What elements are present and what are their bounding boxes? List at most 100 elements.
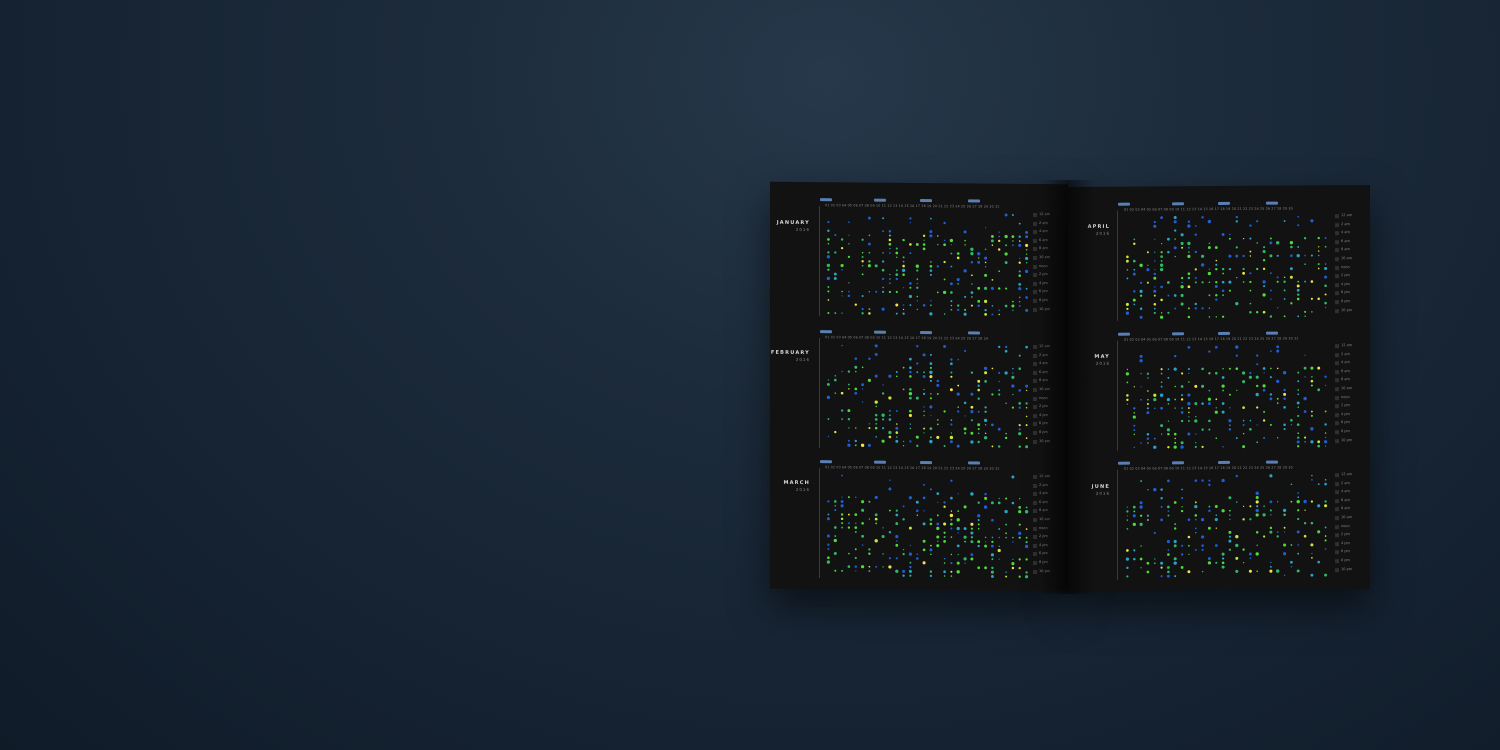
activity-dot [1194,268,1197,271]
activity-dot [861,251,864,254]
activity-dot [950,479,953,482]
activity-dot [902,518,905,521]
activity-dot [1208,294,1211,297]
hour-swatch [1335,412,1339,417]
hour-swatch [1335,404,1339,409]
activity-dot [963,427,967,431]
activity-dot [1317,267,1320,270]
activity-dot [1167,311,1170,314]
activity-dot [1146,281,1149,284]
activity-dot [848,234,850,236]
activity-dot [1126,394,1129,397]
hour-swatch [1335,274,1339,279]
activity-dot [888,290,892,294]
activity-dot [929,217,932,220]
activity-dot [888,435,892,439]
activity-dot [1290,418,1293,422]
activity-dot [984,248,987,251]
hour-label: 8 am [1039,508,1048,513]
activity-dot [1262,249,1266,254]
scene-background: JANUARY 2016 01 02 03 04 05 06 07 08 09 … [0,0,1500,750]
activity-dot [882,553,884,555]
activity-dot [991,305,994,307]
activity-dot [956,444,960,448]
activity-dot [1005,402,1007,405]
activity-dot [1187,224,1191,228]
activity-dot [977,501,980,504]
activity-dot [1248,569,1252,573]
hour-label: 2 pm [1341,403,1350,408]
activity-dot [1024,544,1029,549]
activity-dot [1133,429,1136,432]
day-number-row: 01 02 03 04 05 06 07 08 09 10 11 12 13 1… [1124,336,1299,342]
activity-dot [991,367,994,370]
hour-label: 4 am [1341,230,1350,235]
activity-dot [1180,419,1184,423]
activity-dot [956,518,960,522]
activity-dot [1255,552,1259,556]
activity-dot [834,234,837,237]
activity-dot [1025,571,1028,574]
activity-dot [909,388,912,391]
activity-dot [1249,371,1252,375]
dot-matrix [826,344,1029,449]
hour-swatch [1033,281,1037,286]
activity-dot [1310,500,1314,503]
activity-dot [1167,445,1170,449]
activity-dot [1147,519,1149,521]
activity-dot [895,303,899,307]
activity-dot [942,290,947,295]
activity-dot [908,526,912,530]
activity-dot [1126,403,1129,405]
activity-dot [902,445,905,447]
activity-dot [861,312,864,315]
hour-swatch [1335,533,1339,538]
activity-dot [916,509,919,513]
activity-dot [841,312,843,314]
activity-dot [1249,255,1252,257]
activity-dot [895,426,899,430]
activity-dot [950,518,953,521]
activity-dot [847,383,850,386]
activity-dot [1317,236,1320,240]
activity-dot [1317,297,1320,301]
activity-dot [909,252,912,255]
activity-dot [841,522,844,525]
hour-swatch [1335,378,1339,383]
activity-dot [1146,407,1149,410]
activity-dot [1201,367,1204,371]
activity-dot [1187,407,1190,409]
activity-dot [1311,556,1313,559]
activity-dot [1317,254,1320,257]
activity-dot [868,251,871,254]
activity-dot [1311,474,1313,477]
activity-dot [1262,293,1266,297]
activity-dot [1303,396,1307,401]
hour-swatch [1033,370,1037,375]
hour-swatch [1033,552,1037,557]
activity-dot [916,553,919,556]
activity-dot [977,384,980,387]
activity-dot [1126,381,1129,384]
activity-dot [943,410,946,413]
activity-dot [943,522,947,526]
activity-dot [840,513,844,516]
activity-dot [915,500,919,504]
activity-dot [1221,289,1225,293]
activity-dot [1208,483,1211,487]
activity-dot [937,235,939,237]
activity-dot [956,252,960,255]
activity-dot [1221,233,1225,236]
activity-dot [1310,440,1314,444]
activity-dot [949,440,953,444]
activity-dot [1228,393,1231,396]
activity-dot [1324,500,1327,503]
activity-dot [916,282,919,285]
activity-dot [984,496,988,500]
activity-dot [1188,251,1190,253]
activity-dot [874,413,878,417]
activity-dot [1146,402,1149,405]
activity-dot [1025,424,1028,427]
activity-dot [1304,436,1307,439]
activity-dot [1153,398,1157,402]
